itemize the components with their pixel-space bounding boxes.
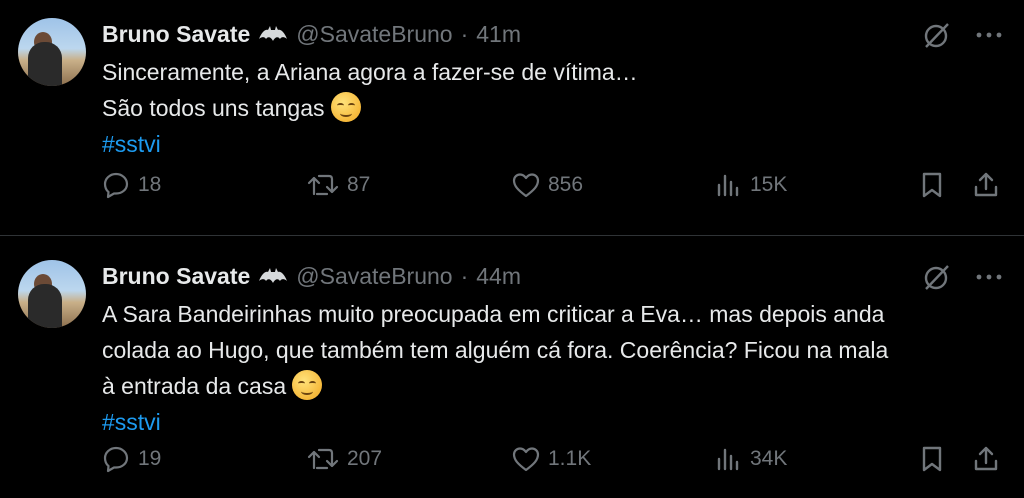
author-handle[interactable]: @SavateBruno [296,21,452,48]
tweet-line-text: à entrada da casa [102,373,287,399]
like-button[interactable]: 856 [512,172,583,198]
batman-badge-icon [259,268,288,283]
timestamp[interactable]: 41m [476,21,521,48]
bookmark-button[interactable] [920,171,944,199]
views-count: 15K [750,173,788,196]
share-button[interactable] [972,445,1000,473]
grok-icon[interactable] [922,20,952,50]
retweet-icon [307,174,339,196]
separator: · [460,262,469,289]
retweet-button[interactable]: 207 [307,446,382,472]
tweet-line: A Sara Bandeirinhas muito preocupada em … [102,301,885,327]
reply-count: 18 [138,173,162,196]
tweet-header: Bruno Savate @SavateBruno · 44m [102,260,1024,292]
tweet[interactable]: Bruno Savate @SavateBruno · 41m Sinceram… [0,0,1024,236]
tweet-line: à entrada da casa [102,368,1004,404]
tweet-header: Bruno Savate @SavateBruno · 41m [102,18,1024,50]
author-name[interactable]: Bruno Savate [102,263,250,290]
grok-icon[interactable] [922,262,952,292]
tweet-line: Sinceramente, a Ariana agora a fazer-se … [102,59,638,85]
tweet-text: A Sara Bandeirinhas muito preocupada em … [102,296,1004,440]
retweet-count: 207 [347,447,383,470]
like-count: 1.1K [548,447,592,470]
reply-icon [103,172,129,199]
reply-count: 19 [138,447,162,470]
views-button[interactable]: 15K [716,173,787,197]
timestamp[interactable]: 44m [476,263,521,290]
like-button[interactable]: 1.1K [512,446,591,472]
more-icon[interactable] [976,273,1002,281]
share-icon [974,446,998,471]
hashtag-link[interactable]: #sstvi [102,404,1004,440]
tweet-line: colada ao Hugo, que também tem alguém cá… [102,337,889,363]
views-button[interactable]: 34K [716,447,787,471]
bookmark-icon [922,172,942,198]
like-count: 856 [548,173,584,196]
separator: · [460,20,469,47]
heart-icon [512,173,540,198]
share-button[interactable] [972,171,1000,199]
retweet-icon [307,448,339,470]
views-icon [717,448,739,471]
views-count: 34K [750,447,788,470]
bookmark-icon [922,446,942,472]
author-handle[interactable]: @SavateBruno [296,263,452,290]
avatar[interactable] [18,18,86,86]
reply-icon [103,446,129,473]
batman-badge-icon [259,26,288,41]
avatar[interactable] [18,260,86,328]
tweet-line: São todos uns tangas [102,90,1004,126]
reply-button[interactable]: 19 [102,445,161,473]
tweet-line-text: São todos uns tangas [102,95,325,121]
hashtag-link[interactable]: #sstvi [102,126,1004,162]
retweet-button[interactable]: 87 [307,172,370,198]
author-name[interactable]: Bruno Savate [102,21,250,48]
heart-icon [512,447,540,472]
bookmark-button[interactable] [920,445,944,473]
share-icon [974,172,998,197]
relieved-emoji-icon [292,370,323,400]
views-icon [717,174,739,197]
smirk-emoji-icon [330,92,361,122]
reply-button[interactable]: 18 [102,171,161,199]
more-icon[interactable] [976,31,1002,39]
tweet[interactable]: Bruno Savate @SavateBruno · 44m A Sara B… [0,236,1024,498]
retweet-count: 87 [347,173,371,196]
tweet-text: Sinceramente, a Ariana agora a fazer-se … [102,54,1004,162]
